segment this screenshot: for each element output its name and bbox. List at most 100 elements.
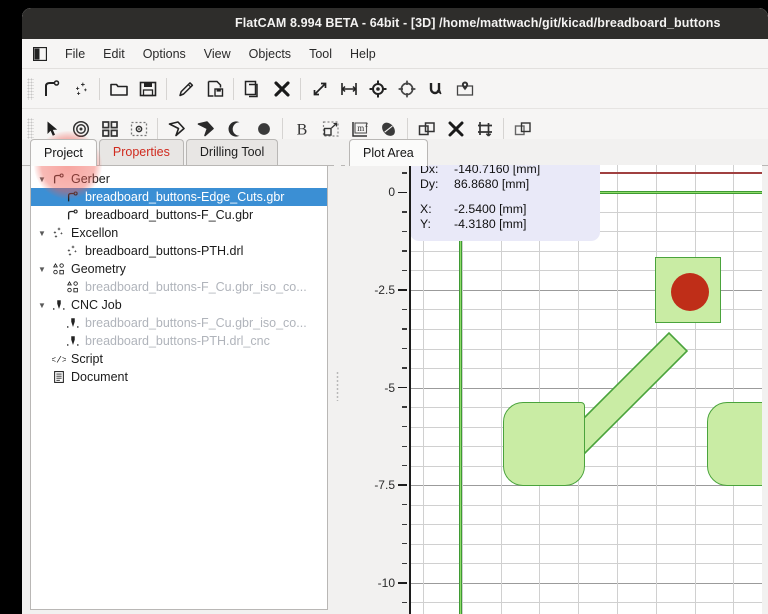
screenshot-root: FlatCAM 8.994 BETA - 64bit - [3D] /home/… <box>0 0 768 614</box>
y-axis: 0-2.5-5-7.5-10 <box>345 165 409 614</box>
delete-x-icon[interactable] <box>267 74 296 103</box>
readout-y-value: -4.3180 [mm] <box>454 217 526 232</box>
y-axis-tick <box>398 289 407 291</box>
excellon-icon <box>63 244 82 258</box>
tree-item[interactable]: ▼breadboard_buttons-F_Cu.gbr_iso_co... <box>31 278 327 296</box>
menu-help[interactable]: Help <box>341 44 385 64</box>
jump-to-icon[interactable] <box>392 74 421 103</box>
menu-bar: File Edit Options View Objects Tool Help <box>22 39 768 69</box>
y-axis-tick <box>398 387 407 389</box>
readout-dy-value: 86.8680 [mm] <box>454 177 529 192</box>
grid-line-horizontal <box>411 602 762 603</box>
tab-drilling-tool[interactable]: Drilling Tool <box>186 139 278 165</box>
y-axis-minor-tick <box>402 524 407 525</box>
tree-expand-arrow[interactable]: ▼ <box>35 301 49 310</box>
flatcam-window: FlatCAM 8.994 BETA - 64bit - [3D] /home/… <box>22 8 768 614</box>
tree-item-label: Geometry <box>68 262 126 276</box>
plot-canvas[interactable]: 0-2.5-5-7.5-10 <box>345 165 762 614</box>
tab-properties[interactable]: Properties <box>99 139 184 165</box>
tree-item-label: Excellon <box>68 226 118 240</box>
grid-line-horizontal <box>411 583 762 584</box>
y-axis-tick-label: 0 <box>349 185 395 199</box>
y-axis-minor-tick <box>402 602 407 603</box>
readout-spacer <box>420 192 590 202</box>
locate-magnet-icon[interactable] <box>421 74 450 103</box>
tree-item-label: Document <box>68 370 128 384</box>
toolbar-separator <box>99 78 100 100</box>
grid-line-vertical <box>733 165 734 614</box>
y-axis-minor-tick <box>402 406 407 407</box>
readout-x-row: X: -2.5400 [mm] <box>420 202 590 217</box>
save-floppy-icon[interactable] <box>133 74 162 103</box>
y-axis-tick-label: -10 <box>349 576 395 590</box>
grid-line-horizontal <box>411 563 762 564</box>
tab-plot-area[interactable]: Plot Area <box>349 139 428 166</box>
y-axis-minor-tick <box>402 211 407 212</box>
tree-item[interactable]: ▼ Gerber <box>31 170 327 188</box>
tree-item[interactable]: ▼breadboard_buttons-Edge_Cuts.gbr <box>31 188 327 206</box>
panel-splitter[interactable] <box>334 139 341 614</box>
main-split: Project Properties Drilling Tool ▼ Gerber… <box>22 139 768 614</box>
tree-item[interactable]: ▼</>Script <box>31 350 327 368</box>
tree-item[interactable]: ▼ Geometry <box>31 260 327 278</box>
save-object-icon[interactable] <box>200 74 229 103</box>
toolbar-grip[interactable] <box>27 118 34 140</box>
tree-item[interactable]: ▼breadboard_buttons-F_Cu.gbr <box>31 206 327 224</box>
tree-item[interactable]: ▼breadboard_buttons-PTH.drl_cnc <box>31 332 327 350</box>
y-axis-minor-tick <box>402 367 407 368</box>
edit-pencil-icon[interactable] <box>171 74 200 103</box>
toolbar-separator <box>157 118 158 140</box>
plot-viewport[interactable]: Dx: -140.7160 [mm] Dy: 86.8680 [mm] X: <box>409 165 762 614</box>
y-axis-minor-tick <box>402 563 407 564</box>
pad-rounded-left <box>503 402 585 486</box>
y-axis-minor-tick <box>402 426 407 427</box>
copy-pages-icon[interactable] <box>238 74 267 103</box>
left-tabstrip: Project Properties Drilling Tool <box>22 139 334 166</box>
menu-view[interactable]: View <box>195 44 240 64</box>
tree-item[interactable]: ▼ CNC Job <box>31 296 327 314</box>
pad-rounded-right <box>707 402 762 486</box>
svg-text:</>: </> <box>52 355 66 366</box>
tree-item-label: CNC Job <box>68 298 122 312</box>
y-axis-minor-tick <box>402 348 407 349</box>
tree-item[interactable]: ▼breadboard_buttons-F_Cu.gbr_iso_co... <box>31 314 327 332</box>
readout-dy-row: Dy: 86.8680 [mm] <box>420 177 590 192</box>
panel-toggle-icon[interactable] <box>31 45 49 63</box>
menu-objects[interactable]: Objects <box>240 44 300 64</box>
tree-expand-arrow[interactable]: ▼ <box>35 265 49 274</box>
grid-line-horizontal <box>411 485 762 486</box>
tree-expand-arrow[interactable]: ▼ <box>35 175 49 184</box>
tree-item[interactable]: ▼breadboard_buttons-PTH.drl <box>31 242 327 260</box>
tree-expand-arrow[interactable]: ▼ <box>35 229 49 238</box>
map-pin-icon[interactable] <box>450 74 479 103</box>
toolbar-grip[interactable] <box>27 78 34 100</box>
new-excellon-icon[interactable] <box>66 74 95 103</box>
tree-item[interactable]: ▼Document <box>31 368 327 386</box>
distance-min-icon[interactable] <box>334 74 363 103</box>
set-origin-icon[interactable] <box>363 74 392 103</box>
plot-area[interactable]: 0-2.5-5-7.5-10 <box>345 165 762 614</box>
distance-diagonal-icon[interactable] <box>305 74 334 103</box>
document-icon <box>49 370 68 384</box>
window-titlebar[interactable]: FlatCAM 8.994 BETA - 64bit - [3D] /home/… <box>22 8 768 39</box>
menu-tool[interactable]: Tool <box>300 44 341 64</box>
script-icon: </> <box>49 352 68 366</box>
grid-line-horizontal <box>411 251 762 252</box>
geometry-icon <box>63 280 82 294</box>
tab-project[interactable]: Project <box>30 139 97 166</box>
menu-file[interactable]: File <box>56 44 94 64</box>
y-axis-minor-tick <box>402 309 407 310</box>
tree-item[interactable]: ▼ Excellon <box>31 224 327 242</box>
gerber-icon <box>63 190 82 204</box>
svg-text:2: 2 <box>365 122 368 128</box>
y-axis-tick <box>398 582 407 584</box>
new-geometry-icon[interactable] <box>37 74 66 103</box>
menu-options[interactable]: Options <box>134 44 195 64</box>
tree-item-label: Gerber <box>68 172 110 186</box>
tree-item-label: breadboard_buttons-PTH.drl <box>82 244 243 258</box>
toolbar-separator <box>503 118 504 140</box>
open-folder-icon[interactable] <box>104 74 133 103</box>
readout-dx-row: Dx: -140.7160 [mm] <box>420 165 590 177</box>
menu-edit[interactable]: Edit <box>94 44 134 64</box>
project-tree[interactable]: ▼ Gerber ▼breadboard_buttons-Edge_Cuts.gbr… <box>30 165 328 610</box>
